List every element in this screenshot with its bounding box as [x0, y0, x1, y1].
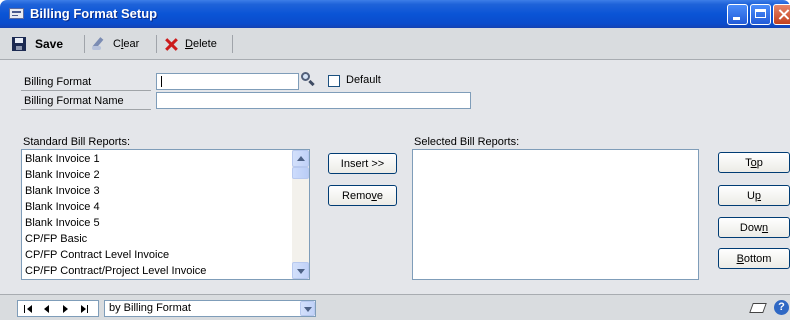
minimize-button[interactable]	[727, 4, 748, 25]
status-bar: by Billing Format ?	[0, 294, 790, 320]
list-item[interactable]: CP/FP Contract Level Invoice	[25, 247, 169, 263]
scroll-up-icon[interactable]	[292, 150, 309, 167]
maximize-button[interactable]	[750, 4, 771, 25]
clear-label: Clear	[113, 38, 140, 50]
remove-button[interactable]: Remove	[328, 185, 397, 206]
note-icon[interactable]	[750, 301, 765, 314]
close-button[interactable]	[773, 4, 790, 25]
help-icon[interactable]: ?	[774, 300, 789, 315]
billing-format-name-input[interactable]	[156, 92, 471, 109]
billing-format-setup-window: Billing Format Setup Save Clear Delete B…	[0, 0, 790, 320]
last-record-icon[interactable]	[80, 304, 90, 314]
list-item[interactable]: CP/FP Basic	[25, 231, 87, 247]
billing-format-label: Billing Format	[21, 74, 151, 91]
delete-button[interactable]: Delete	[164, 35, 217, 53]
next-record-icon[interactable]	[61, 304, 71, 314]
standard-bill-reports-list[interactable]: Blank Invoice 1 Blank Invoice 2 Blank In…	[21, 149, 310, 280]
magnifier-icon[interactable]	[301, 72, 315, 86]
chevron-down-icon[interactable]	[300, 301, 315, 316]
selected-bill-reports-list[interactable]	[412, 149, 699, 280]
up-button[interactable]: Up	[718, 185, 790, 206]
sort-by-value: by Billing Format	[109, 302, 191, 314]
eraser-icon	[91, 37, 107, 51]
default-label: Default	[346, 74, 381, 86]
window-title: Billing Format Setup	[30, 6, 158, 21]
selected-bill-reports-label: Selected Bill Reports:	[414, 136, 520, 148]
list-item[interactable]: Blank Invoice 3	[25, 183, 100, 199]
text-caret	[161, 76, 162, 87]
scroll-thumb[interactable]	[292, 167, 309, 179]
list-item[interactable]: Blank Invoice 4	[25, 199, 100, 215]
record-navigation	[17, 300, 99, 317]
toolbar-divider	[232, 35, 233, 53]
toolbar-divider	[84, 35, 85, 53]
list-item[interactable]: Blank Invoice 2	[25, 167, 100, 183]
previous-record-icon[interactable]	[43, 304, 53, 314]
insert-button[interactable]: Insert >>	[328, 153, 397, 174]
sort-by-select[interactable]: by Billing Format	[104, 300, 316, 317]
first-record-icon[interactable]	[24, 304, 34, 314]
toolbar: Save Clear Delete	[0, 28, 790, 60]
billing-format-input[interactable]	[156, 73, 299, 90]
down-button[interactable]: Down	[718, 217, 790, 238]
delete-label: Delete	[185, 38, 217, 50]
billing-format-name-label: Billing Format Name	[21, 93, 151, 110]
title-bar: Billing Format Setup	[0, 0, 790, 28]
save-button[interactable]: Save	[12, 35, 63, 53]
save-label: Save	[35, 37, 64, 51]
list-item[interactable]: Blank Invoice 1	[25, 151, 100, 167]
bottom-button[interactable]: Bottom	[718, 248, 790, 269]
top-button[interactable]: Top	[718, 152, 790, 173]
floppy-disk-icon	[12, 37, 26, 51]
list-item[interactable]: CP/FP Contract/Project Level Invoice	[25, 263, 206, 279]
standard-bill-reports-label: Standard Bill Reports:	[23, 136, 130, 148]
list-item[interactable]: Blank Invoice 5	[25, 215, 100, 231]
scroll-down-icon[interactable]	[292, 262, 309, 279]
red-x-icon	[164, 37, 178, 51]
vertical-scrollbar[interactable]	[292, 150, 309, 279]
toolbar-divider	[156, 35, 157, 53]
clear-button[interactable]: Clear	[91, 35, 139, 53]
window-icon	[9, 8, 24, 19]
default-checkbox[interactable]	[328, 75, 340, 87]
